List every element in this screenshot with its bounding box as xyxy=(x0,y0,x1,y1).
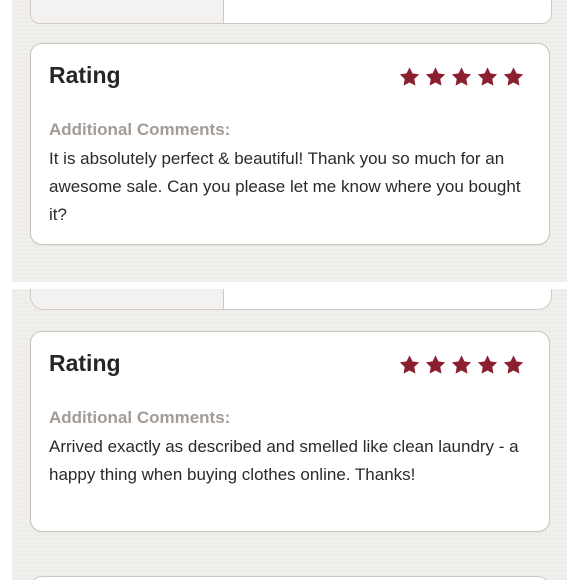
star-icon xyxy=(425,67,446,86)
rating-heading: Rating xyxy=(49,350,121,376)
star-rating xyxy=(398,66,525,88)
star-icon xyxy=(451,67,472,86)
additional-comments-label: Additional Comments: xyxy=(49,408,231,427)
previous-card-left-cell xyxy=(31,0,224,23)
next-card-fragment xyxy=(30,576,550,580)
star-icon xyxy=(503,355,524,374)
additional-comments-label: Additional Comments: xyxy=(49,120,231,139)
star-icon xyxy=(399,67,420,86)
star-icon xyxy=(503,67,524,86)
rating-heading: Rating xyxy=(49,62,121,88)
review-screenshot-1: Rating Additional Comments: It is absolu… xyxy=(12,0,567,282)
previous-card-left-cell xyxy=(31,289,224,309)
star-icon xyxy=(425,355,446,374)
review-card: Rating Additional Comments: Arrived exac… xyxy=(30,331,550,532)
star-icon xyxy=(399,355,420,374)
review-comment-text: It is absolutely perfect & beautiful! Th… xyxy=(49,149,521,224)
review-card: Rating Additional Comments: It is absolu… xyxy=(30,43,550,245)
star-icon xyxy=(477,67,498,86)
star-rating xyxy=(398,354,525,376)
previous-card-fragment xyxy=(30,289,552,310)
review-screenshot-2: Rating Additional Comments: Arrived exac… xyxy=(12,289,567,580)
previous-card-fragment xyxy=(30,0,552,24)
star-icon xyxy=(451,355,472,374)
review-comment-text: Arrived exactly as described and smelled… xyxy=(49,437,519,484)
star-icon xyxy=(477,355,498,374)
